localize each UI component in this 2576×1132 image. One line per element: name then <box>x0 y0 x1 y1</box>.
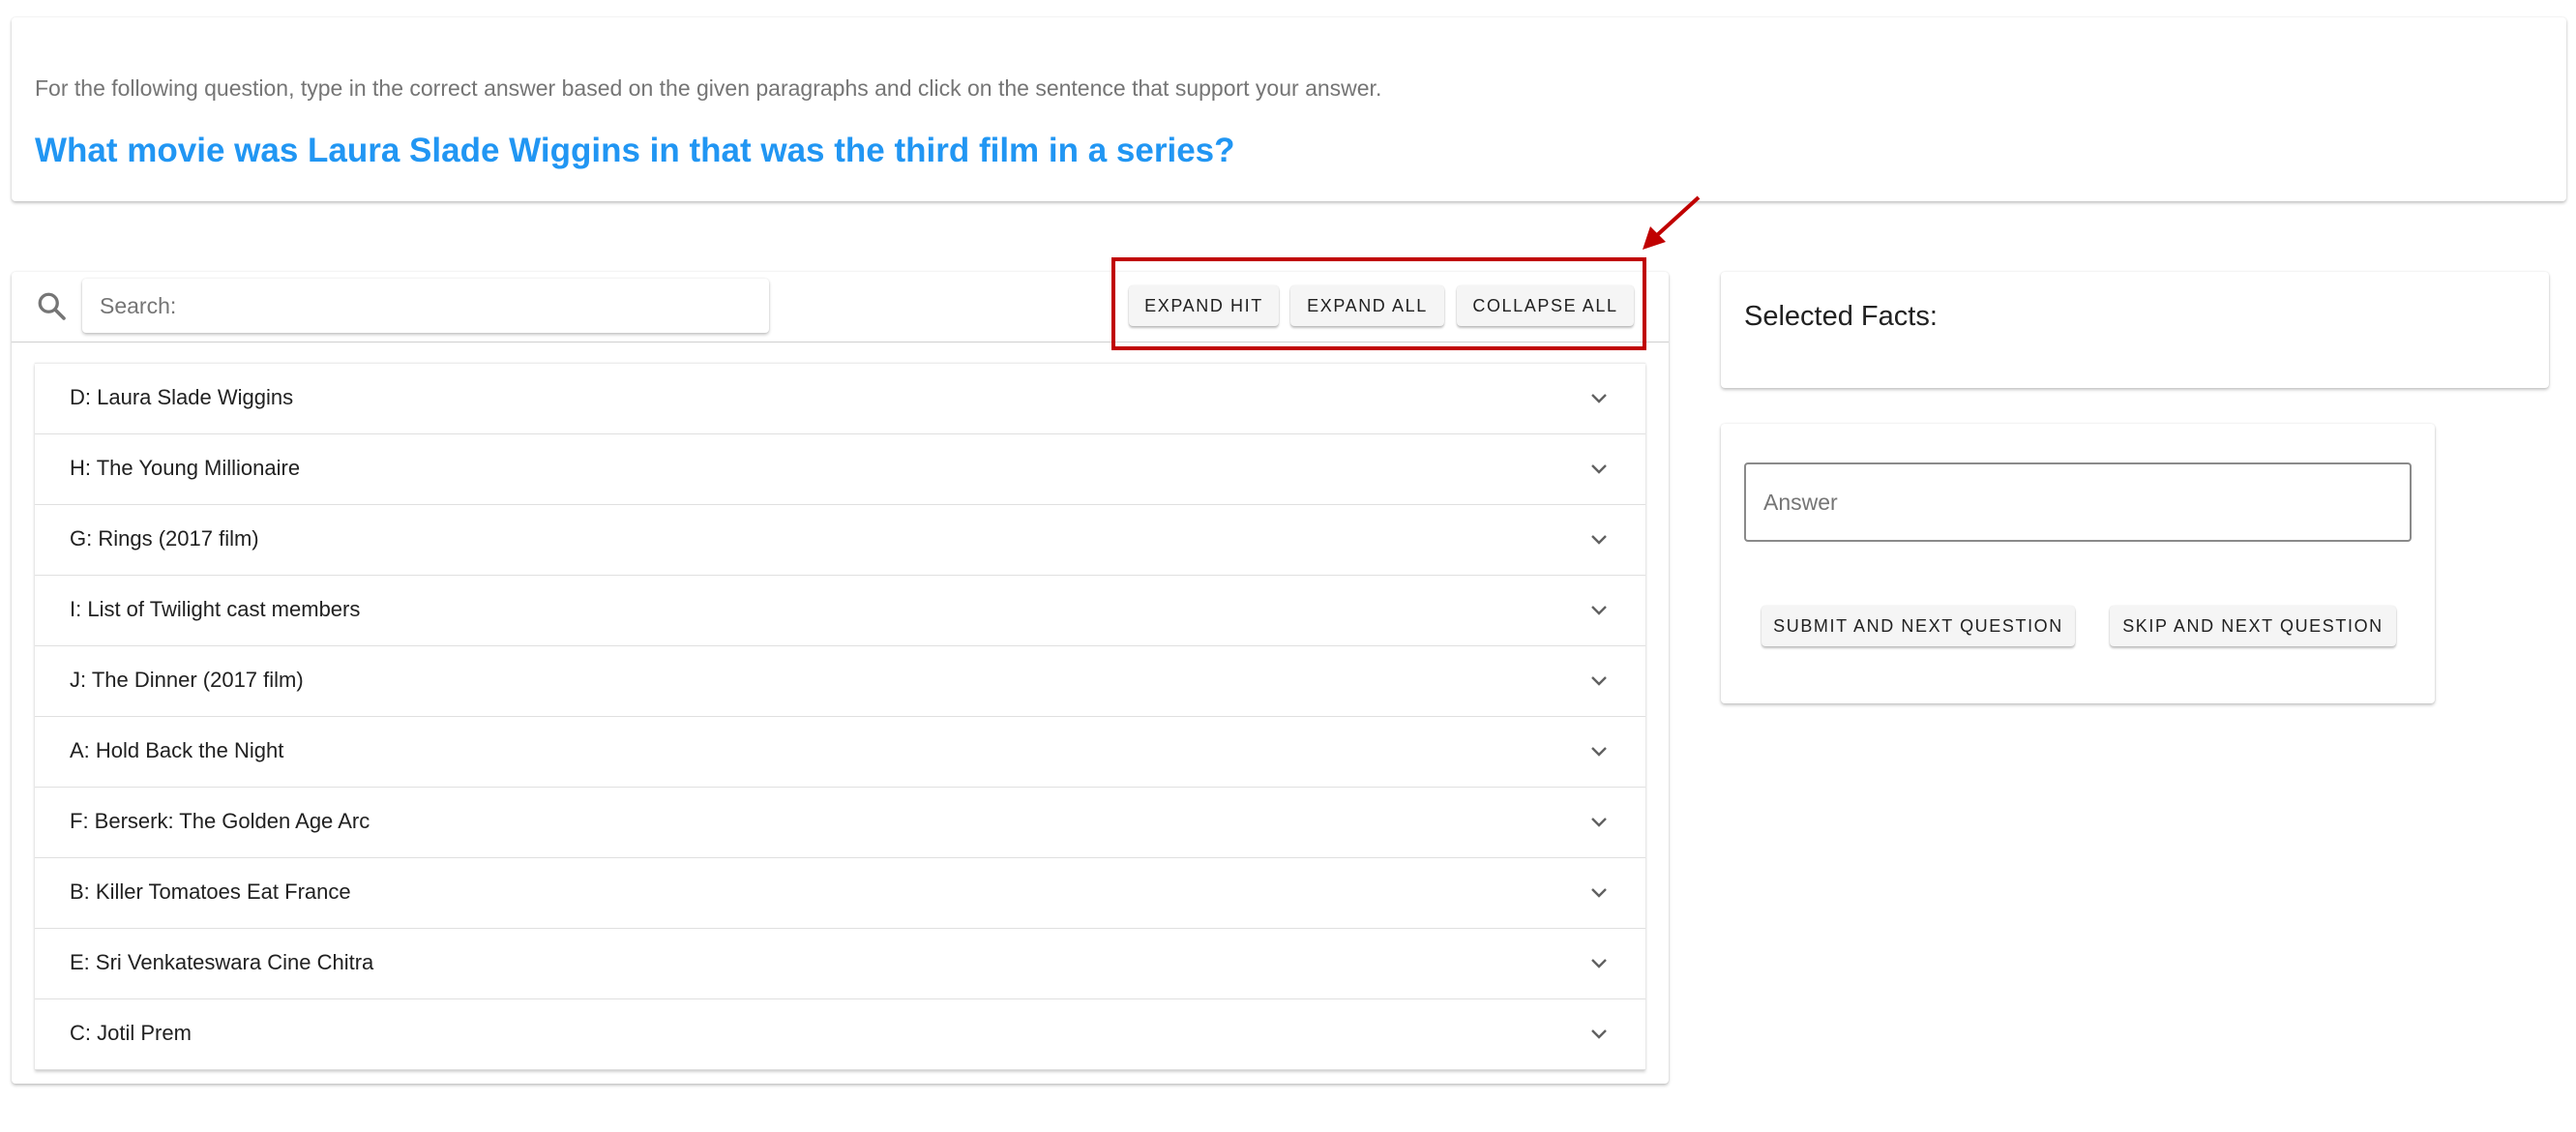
search-icon <box>38 292 66 320</box>
document-item-c[interactable]: C: Jotil Prem <box>35 999 1645 1070</box>
document-label: E: Sri Venkateswara Cine Chitra <box>70 950 374 974</box>
skip-next-button[interactable]: SKIP AND NEXT QUESTION <box>2110 606 2396 646</box>
instructions-text: For the following question, type in the … <box>35 75 1382 101</box>
chevron-down-icon[interactable] <box>1587 458 1611 481</box>
document-label: F: Berserk: The Golden Age Arc <box>70 809 370 833</box>
chevron-down-icon[interactable] <box>1587 811 1611 834</box>
chevron-down-icon[interactable] <box>1587 952 1611 975</box>
document-label: J: The Dinner (2017 film) <box>70 668 304 692</box>
submit-next-button[interactable]: SUBMIT AND NEXT QUESTION <box>1762 606 2075 646</box>
document-label: I: List of Twilight cast members <box>70 597 361 621</box>
chevron-down-icon[interactable] <box>1587 599 1611 622</box>
document-item-a[interactable]: A: Hold Back the Night <box>35 717 1645 788</box>
chevron-down-icon[interactable] <box>1587 881 1611 905</box>
document-item-e[interactable]: E: Sri Venkateswara Cine Chitra <box>35 929 1645 999</box>
document-item-i[interactable]: I: List of Twilight cast members <box>35 576 1645 646</box>
search-box <box>82 279 769 333</box>
answer-field <box>1744 462 2412 542</box>
selected-facts-title: Selected Facts: <box>1744 301 1938 332</box>
document-item-b[interactable]: B: Killer Tomatoes Eat France <box>35 858 1645 929</box>
selected-facts-card: Selected Facts: <box>1721 272 2549 388</box>
document-label: D: Laura Slade Wiggins <box>70 385 294 409</box>
document-item-h[interactable]: H: The Young Millionaire <box>35 434 1645 505</box>
chevron-down-icon[interactable] <box>1587 670 1611 693</box>
chevron-down-icon[interactable] <box>1587 1023 1611 1046</box>
document-item-f[interactable]: F: Berserk: The Golden Age Arc <box>35 788 1645 858</box>
documents-panel: EXPAND HIT EXPAND ALL COLLAPSE ALL D: La… <box>12 272 1669 1084</box>
document-item-g[interactable]: G: Rings (2017 film) <box>35 505 1645 576</box>
question-text: What movie was Laura Slade Wiggins in th… <box>35 132 1235 169</box>
document-label: G: Rings (2017 film) <box>70 526 259 551</box>
document-label: C: Jotil Prem <box>70 1021 192 1045</box>
document-label: A: Hold Back the Night <box>70 738 284 762</box>
arrow-icon <box>1643 195 1701 250</box>
highlight-box <box>1111 257 1646 350</box>
document-label: B: Killer Tomatoes Eat France <box>70 879 351 904</box>
answer-card: SUBMIT AND NEXT QUESTION SKIP AND NEXT Q… <box>1721 424 2435 703</box>
documents-list: D: Laura Slade Wiggins H: The Young Mill… <box>35 363 1645 1070</box>
document-label: H: The Young Millionaire <box>70 456 301 480</box>
chevron-down-icon[interactable] <box>1587 387 1611 410</box>
chevron-down-icon[interactable] <box>1587 528 1611 551</box>
document-item-j[interactable]: J: The Dinner (2017 film) <box>35 646 1645 717</box>
chevron-down-icon[interactable] <box>1587 740 1611 763</box>
search-input[interactable] <box>82 279 769 333</box>
question-card: For the following question, type in the … <box>12 17 2566 201</box>
answer-input[interactable] <box>1746 464 2410 540</box>
document-item-d[interactable]: D: Laura Slade Wiggins <box>35 363 1645 434</box>
